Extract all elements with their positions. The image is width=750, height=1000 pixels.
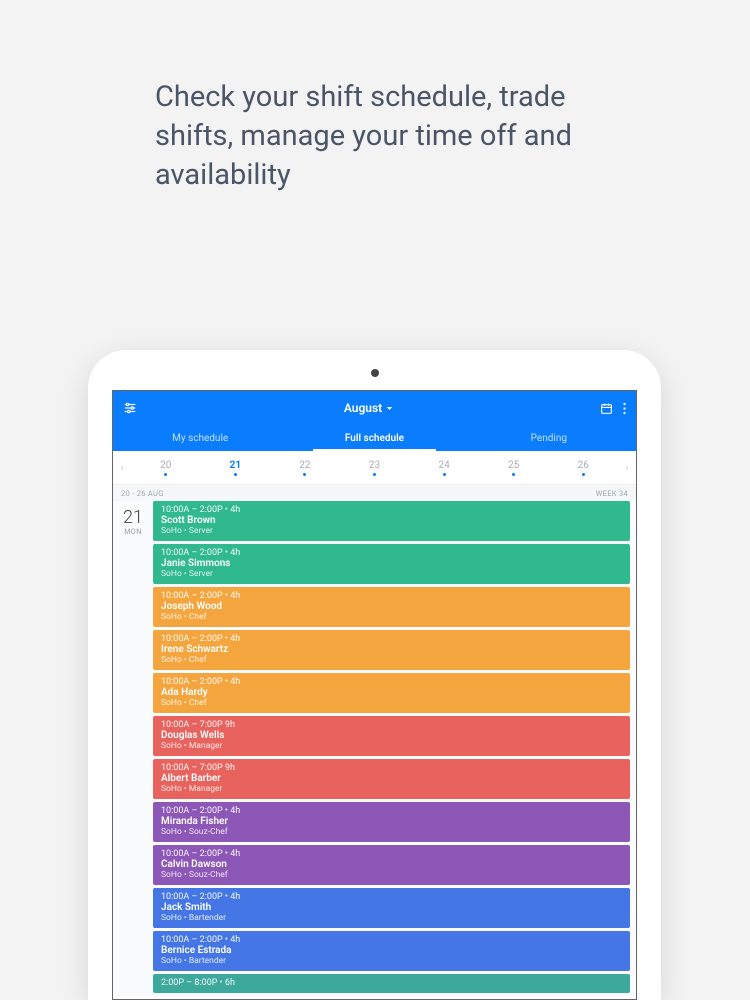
shift-card[interactable]: 10:00A – 2:00P • 4hIrene SchwartzSoHo • …	[153, 630, 630, 670]
day-dot-icon	[582, 473, 585, 476]
shift-location-role: SoHo • Manager	[161, 784, 622, 794]
shift-time: 2:00P – 8:00P • 6h	[161, 978, 622, 988]
shift-time: 10:00A – 2:00P • 4h	[161, 935, 622, 945]
day-list: 20212223242526	[131, 460, 618, 476]
day-21[interactable]: 21	[201, 460, 271, 476]
day-dot-icon	[234, 473, 237, 476]
day-23[interactable]: 23	[340, 460, 410, 476]
shift-employee: Bernice Estrada	[161, 945, 622, 956]
shift-card[interactable]: 10:00A – 2:00P • 4hCalvin DawsonSoHo • S…	[153, 845, 630, 885]
shift-employee: Scott Brown	[161, 515, 622, 526]
day-26[interactable]: 26	[548, 460, 618, 476]
week-info-bar: 20 - 26 AUG WEEK 34	[113, 485, 636, 501]
shift-employee: Miranda Fisher	[161, 816, 622, 827]
chevron-down-icon	[386, 405, 393, 412]
week-number-label: WEEK 34	[596, 489, 628, 498]
shift-employee: Joseph Wood	[161, 601, 622, 612]
shift-time: 10:00A – 2:00P • 4h	[161, 849, 622, 859]
shift-location-role: SoHo • Bartender	[161, 913, 622, 923]
shift-location-role: SoHo • Chef	[161, 655, 622, 665]
shift-location-role: SoHo • Manager	[161, 741, 622, 751]
shift-location-role: SoHo • Bartender	[161, 956, 622, 966]
tab-full-schedule[interactable]: Full schedule	[287, 425, 461, 451]
next-week-button[interactable]: ›	[618, 461, 636, 474]
tab-pending[interactable]: Pending	[462, 425, 636, 451]
shift-time: 10:00A – 2:00P • 4h	[161, 591, 622, 601]
app-screen: August My scheduleFull schedulePending ‹…	[112, 390, 637, 1000]
shift-location-role: SoHo • Server	[161, 526, 622, 536]
day-25[interactable]: 25	[479, 460, 549, 476]
calendar-today-icon[interactable]	[600, 402, 613, 415]
shift-employee: Calvin Dawson	[161, 859, 622, 870]
tab-my-schedule[interactable]: My schedule	[113, 425, 287, 451]
day-22[interactable]: 22	[270, 460, 340, 476]
current-date-number: 21	[113, 507, 153, 528]
more-vert-icon[interactable]	[623, 402, 626, 415]
day-number: 21	[201, 460, 271, 471]
day-dot-icon	[303, 473, 306, 476]
tablet-camera	[371, 369, 379, 377]
settings-sliders-icon[interactable]	[123, 401, 137, 415]
tablet-frame: August My scheduleFull schedulePending ‹…	[88, 350, 661, 1000]
shift-time: 10:00A – 2:00P • 4h	[161, 505, 622, 515]
shift-employee: Ada Hardy	[161, 687, 622, 698]
prev-week-button[interactable]: ‹	[113, 461, 131, 474]
shift-time: 10:00A – 2:00P • 4h	[161, 548, 622, 558]
shift-time: 10:00A – 2:00P • 4h	[161, 806, 622, 816]
shift-employee: Irene Schwartz	[161, 644, 622, 655]
tab-bar: My scheduleFull schedulePending	[113, 425, 636, 451]
shift-time: 10:00A – 7:00P 9h	[161, 763, 622, 773]
date-column: 21 MON	[113, 501, 153, 996]
day-24[interactable]: 24	[409, 460, 479, 476]
shift-employee: Douglas Wells	[161, 730, 622, 741]
month-selector[interactable]: August	[344, 401, 393, 415]
shift-card[interactable]: 10:00A – 7:00P 9hDouglas WellsSoHo • Man…	[153, 716, 630, 756]
shift-time: 10:00A – 2:00P • 4h	[161, 892, 622, 902]
shift-location-role: SoHo • Souz-Chef	[161, 827, 622, 837]
shift-card[interactable]: 10:00A – 2:00P • 4hBernice EstradaSoHo •…	[153, 931, 630, 971]
shift-list: 10:00A – 2:00P • 4hScott BrownSoHo • Ser…	[153, 501, 636, 996]
shift-time: 10:00A – 2:00P • 4h	[161, 677, 622, 687]
shift-card[interactable]: 10:00A – 7:00P 9hAlbert BarberSoHo • Man…	[153, 759, 630, 799]
shift-card[interactable]: 10:00A – 2:00P • 4hJoseph WoodSoHo • Che…	[153, 587, 630, 627]
schedule-content: 21 MON 10:00A – 2:00P • 4hScott BrownSoH…	[113, 501, 636, 996]
shift-card[interactable]: 10:00A – 2:00P • 4hScott BrownSoHo • Ser…	[153, 501, 630, 541]
shift-time: 10:00A – 7:00P 9h	[161, 720, 622, 730]
day-dot-icon	[164, 473, 167, 476]
headline-text: Check your shift schedule, trade shifts,…	[155, 78, 650, 195]
shift-location-role: SoHo • Souz-Chef	[161, 870, 622, 880]
shift-location-role: SoHo • Server	[161, 569, 622, 579]
shift-card[interactable]: 10:00A – 2:00P • 4hAda HardySoHo • Chef	[153, 673, 630, 713]
app-bar: August	[113, 391, 636, 425]
shift-location-role: SoHo • Chef	[161, 612, 622, 622]
shift-card[interactable]: 10:00A – 2:00P • 4hMiranda FisherSoHo • …	[153, 802, 630, 842]
day-dot-icon	[512, 473, 515, 476]
shift-employee: Albert Barber	[161, 773, 622, 784]
shift-card[interactable]: 2:00P – 8:00P • 6h	[153, 974, 630, 993]
day-number: 26	[548, 460, 618, 471]
shift-card[interactable]: 10:00A – 2:00P • 4hJanie SimmonsSoHo • S…	[153, 544, 630, 584]
shift-location-role: SoHo • Chef	[161, 698, 622, 708]
date-range-label: 20 - 26 AUG	[121, 489, 164, 498]
day-number: 24	[409, 460, 479, 471]
shift-employee: Janie Simmons	[161, 558, 622, 569]
day-number: 22	[270, 460, 340, 471]
day-number: 23	[340, 460, 410, 471]
day-20[interactable]: 20	[131, 460, 201, 476]
day-number: 25	[479, 460, 549, 471]
month-title: August	[344, 401, 382, 415]
day-dot-icon	[373, 473, 376, 476]
day-dot-icon	[443, 473, 446, 476]
shift-card[interactable]: 10:00A – 2:00P • 4hJack SmithSoHo • Bart…	[153, 888, 630, 928]
day-selector-bar: ‹ 20212223242526 ›	[113, 451, 636, 485]
shift-time: 10:00A – 2:00P • 4h	[161, 634, 622, 644]
day-number: 20	[131, 460, 201, 471]
current-day-name: MON	[113, 528, 153, 536]
shift-employee: Jack Smith	[161, 902, 622, 913]
